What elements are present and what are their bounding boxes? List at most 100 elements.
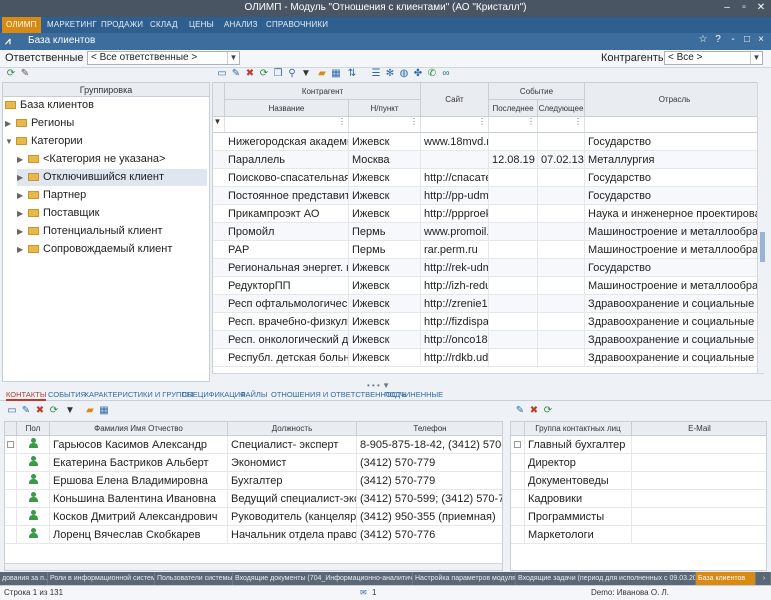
delete-icon[interactable]: ✖ bbox=[34, 405, 46, 417]
tree-node[interactable]: ▶ Потенциальный клиент bbox=[17, 223, 163, 240]
table-row[interactable]: Параллель Москва 12.08.19 07.02.13 Металлург… bbox=[213, 151, 763, 169]
filter-city[interactable]: ⋮ bbox=[349, 117, 421, 133]
window-tab[interactable]: Входящие документы (704_Информационно-ан… bbox=[233, 572, 413, 585]
refresh-icon[interactable]: ⟳ bbox=[5, 68, 17, 80]
row-checkbox[interactable] bbox=[5, 454, 17, 472]
web-icon[interactable]: ✻ bbox=[384, 68, 396, 80]
expand-icon[interactable]: ▶ bbox=[17, 223, 25, 240]
filter-icon[interactable]: ▼ bbox=[64, 405, 76, 417]
tree-node[interactable]: ▼ Категории bbox=[5, 133, 83, 150]
new-record-icon[interactable]: ▭ bbox=[216, 68, 228, 80]
refresh-icon[interactable]: ⟳ bbox=[258, 68, 270, 80]
edit-icon[interactable]: ✎ bbox=[20, 405, 32, 417]
row-checkbox[interactable] bbox=[511, 454, 525, 472]
tab-specification[interactable]: СПЕЦИФИКАЦИЯ bbox=[182, 389, 246, 401]
grid-horizontal-scrollbar[interactable] bbox=[212, 373, 764, 381]
table-row[interactable]: Постоянное представител Ижевск http://pp-u… bbox=[213, 187, 763, 205]
link-icon[interactable]: ∞ bbox=[440, 68, 452, 80]
filter-next[interactable]: ⋮ bbox=[538, 117, 585, 133]
grid-settings-icon[interactable]: ▦ bbox=[98, 405, 110, 417]
grid-settings-icon[interactable]: ▦ bbox=[330, 68, 342, 80]
window-tab[interactable]: Роли в информационной системе bbox=[48, 572, 155, 585]
window-tab[interactable]: Входящие задачи (период для исполненных … bbox=[516, 572, 696, 585]
header-industry[interactable]: Отрасль bbox=[585, 83, 763, 117]
row-checkbox[interactable] bbox=[5, 508, 17, 526]
header-email[interactable]: E-Mail bbox=[632, 422, 766, 436]
folder-icon[interactable]: ▰ bbox=[84, 405, 96, 417]
edit-icon[interactable]: ✎ bbox=[230, 68, 242, 80]
tree-node[interactable]: ▶ Регионы bbox=[5, 115, 74, 132]
contacts-horizontal-scrollbar[interactable] bbox=[5, 563, 502, 570]
filter-site[interactable]: ⋮ bbox=[421, 117, 489, 133]
globe-icon[interactable]: ◍ bbox=[398, 68, 410, 80]
columns-icon[interactable]: ☰ bbox=[370, 68, 382, 80]
table-row[interactable]: Прикампроэкт АОИжевскhttp://ppproekt. Нау… bbox=[213, 205, 763, 223]
doc-minimize-icon[interactable]: - bbox=[727, 34, 739, 48]
row-checkbox[interactable] bbox=[511, 490, 525, 508]
chevron-right-icon[interactable]: › bbox=[756, 572, 771, 585]
row-checkbox[interactable] bbox=[5, 490, 17, 508]
tab-contacts[interactable]: КОНТАКТЫ bbox=[6, 389, 47, 401]
tag-icon[interactable]: ✤ bbox=[412, 68, 424, 80]
expand-icon[interactable]: ▶ bbox=[17, 151, 25, 168]
doc-maximize-icon[interactable]: □ bbox=[741, 34, 753, 48]
phone-icon[interactable]: ✆ bbox=[426, 68, 438, 80]
doc-close-icon[interactable]: × bbox=[755, 34, 767, 48]
new-record-icon[interactable]: ▭ bbox=[6, 405, 18, 417]
row-checkbox[interactable] bbox=[511, 508, 525, 526]
expand-icon[interactable]: ▶ bbox=[17, 169, 25, 186]
expand-icon[interactable]: ▶ bbox=[17, 187, 25, 204]
menu-references[interactable]: СПРАВОЧНИКИ bbox=[266, 17, 328, 33]
row-checkbox[interactable] bbox=[511, 436, 525, 454]
group-row[interactable]: Программисты bbox=[511, 508, 766, 526]
edit-icon[interactable]: ✎ bbox=[514, 405, 526, 417]
menu-olimp[interactable]: ОЛИМП bbox=[2, 17, 41, 33]
menu-sales[interactable]: ПРОДАЖИ bbox=[101, 17, 143, 33]
group-row[interactable]: Документоведы bbox=[511, 472, 766, 490]
window-tab-active[interactable]: База клиентов bbox=[696, 572, 756, 585]
tree-node[interactable]: ▶ <Категория не указана> bbox=[17, 151, 165, 168]
delete-icon[interactable]: ✖ bbox=[244, 68, 256, 80]
header-position[interactable]: Должность bbox=[228, 422, 357, 436]
group-row[interactable]: Кадровики bbox=[511, 490, 766, 508]
refresh-icon[interactable]: ⟳ bbox=[542, 405, 554, 417]
table-row[interactable]: Респ. онкологический диспИжевскhttp://on… bbox=[213, 331, 763, 349]
sort-icon[interactable]: ⇅ bbox=[346, 68, 358, 80]
header-group[interactable]: Группа контактных лиц bbox=[525, 422, 632, 436]
scroll-thumb[interactable] bbox=[760, 232, 765, 262]
contact-row[interactable]: Коньшина Валентина Ивановна Ведущий специ… bbox=[5, 490, 502, 508]
delete-icon[interactable]: ✖ bbox=[528, 405, 540, 417]
header-next[interactable]: Следующее bbox=[538, 100, 585, 117]
header-fio[interactable]: Фамилия Имя Отчество bbox=[50, 422, 228, 436]
header-name[interactable]: Название bbox=[225, 100, 349, 117]
window-tab[interactable]: дования за п... bbox=[0, 572, 48, 585]
table-row[interactable]: Респ офтальмологическ б Ижевск http://zren… bbox=[213, 295, 763, 313]
tree-node[interactable]: ▶ Поставщик bbox=[17, 205, 99, 222]
close-icon[interactable]: ✕ bbox=[754, 1, 768, 15]
expand-icon[interactable]: ▶ bbox=[5, 115, 13, 132]
collapse-icon[interactable]: ▼ bbox=[5, 133, 13, 150]
menu-prices[interactable]: ЦЕНЫ bbox=[189, 17, 214, 33]
header-site[interactable]: Сайт bbox=[421, 83, 489, 117]
contact-row[interactable]: Косков Дмитрий Александрович Руководитель… bbox=[5, 508, 502, 526]
table-row[interactable]: Поисково-спасательная слИжевскhttp://спа… bbox=[213, 169, 763, 187]
minimize-icon[interactable]: – bbox=[720, 1, 734, 15]
row-checkbox[interactable] bbox=[5, 472, 17, 490]
row-checkbox[interactable] bbox=[511, 526, 525, 544]
tree-node[interactable]: База клиентов bbox=[5, 97, 94, 114]
table-row[interactable]: Промойл Пермь www.promoil.c Машиностроение … bbox=[213, 223, 763, 241]
tree-node[interactable]: ▶ Сопровождаемый клиент bbox=[17, 241, 172, 258]
mail-icon[interactable]: ✉ bbox=[360, 588, 367, 597]
group-row[interactable]: Маркетологи bbox=[511, 526, 766, 544]
contact-row[interactable]: Лоренц Вячеслав Скобкарев Начальник отдел… bbox=[5, 526, 502, 544]
filter-name[interactable]: ⋮ bbox=[225, 117, 349, 133]
table-row[interactable]: РедукторППИжевскhttp://izh-reduk Машиност… bbox=[213, 277, 763, 295]
header-last[interactable]: Последнее bbox=[489, 100, 538, 117]
row-checkbox[interactable] bbox=[511, 472, 525, 490]
contact-row[interactable]: Ершова Елена Владимировна Бухгалтер (3412)… bbox=[5, 472, 502, 490]
expand-icon[interactable]: ▶ bbox=[17, 241, 25, 258]
checkbox-icon[interactable] bbox=[514, 441, 521, 448]
header-sex[interactable]: Пол bbox=[17, 422, 50, 436]
favorite-icon[interactable]: ☆ bbox=[697, 34, 709, 48]
table-row[interactable]: Респ. врачебно-физкульт. Ижевск http://fiz… bbox=[213, 313, 763, 331]
